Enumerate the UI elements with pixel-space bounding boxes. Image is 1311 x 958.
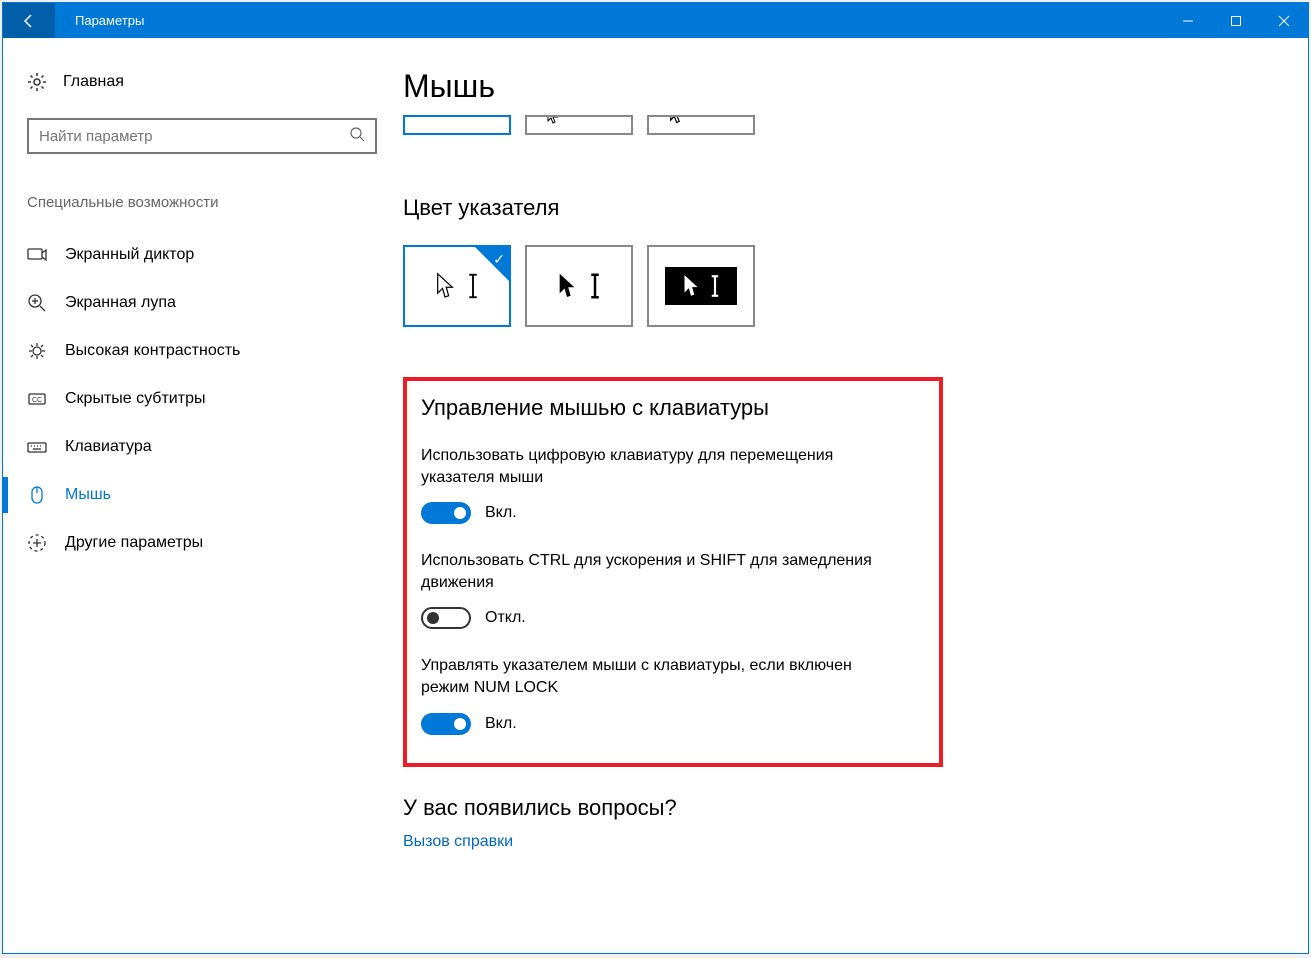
toggle-state-label: Вкл. — [485, 504, 517, 522]
search-box[interactable] — [27, 118, 377, 154]
contrast-icon — [27, 341, 47, 361]
setting-text-numpad: Использовать цифровую клавиатуру для пер… — [421, 445, 901, 488]
toggle-numpad[interactable] — [421, 502, 471, 524]
pointer-size-small[interactable] — [403, 115, 511, 135]
mouse-icon — [27, 485, 47, 505]
toggle-row-ctrlshift: Откл. — [421, 607, 921, 629]
search-input[interactable] — [39, 128, 349, 145]
sidebar-item-label: Клавиатура — [65, 438, 152, 456]
sidebar-item-high-contrast[interactable]: Высокая контрастность — [27, 327, 403, 375]
other-icon — [27, 533, 47, 553]
pointer-size-options: ⋯ ⋯ — [403, 115, 1268, 135]
close-button[interactable] — [1260, 3, 1308, 38]
captions-icon: CC — [27, 389, 47, 409]
settings-window: Параметры Главная Специальные возможност… — [2, 2, 1309, 954]
sidebar-item-keyboard[interactable]: Клавиатура — [27, 423, 403, 471]
sidebar-item-other[interactable]: Другие параметры — [27, 519, 403, 567]
sidebar-item-magnifier[interactable]: Экранная лупа — [27, 279, 403, 327]
sidebar-item-label: Высокая контрастность — [65, 342, 240, 360]
back-button[interactable] — [3, 3, 55, 38]
pointer-color-white[interactable]: ✓ — [403, 245, 511, 327]
page-title: Мышь — [403, 68, 1268, 105]
toggle-state-label: Откл. — [485, 609, 526, 627]
svg-text:CC: CC — [32, 397, 42, 404]
toggle-ctrlshift[interactable] — [421, 607, 471, 629]
sidebar-item-label: Другие параметры — [65, 534, 203, 552]
pointer-size-large[interactable]: ⋯ — [647, 115, 755, 135]
gear-icon — [27, 72, 47, 92]
category-label: Специальные возможности — [27, 194, 403, 211]
setting-text-numlock: Управлять указателем мыши с клавиатуры, … — [421, 655, 901, 698]
minimize-button[interactable] — [1164, 3, 1212, 38]
keyboard-control-section: Управление мышью с клавиатуры Использова… — [403, 377, 943, 767]
toggle-state-label: Вкл. — [485, 715, 517, 733]
sidebar-item-narrator[interactable]: Экранный диктор — [27, 231, 403, 279]
maximize-button[interactable] — [1212, 3, 1260, 38]
sidebar-item-label: Экранная лупа — [65, 294, 176, 312]
toggle-row-numpad: Вкл. — [421, 502, 921, 524]
help-link[interactable]: Вызов справки — [403, 833, 1268, 851]
window-controls — [1164, 3, 1308, 38]
pointer-color-options: ✓ — [403, 245, 1268, 327]
toggle-row-numlock: Вкл. — [421, 713, 921, 735]
titlebar: Параметры — [3, 3, 1308, 38]
pointer-color-heading: Цвет указателя — [403, 195, 1268, 221]
magnifier-icon — [27, 293, 47, 313]
main-panel: Мышь ⋯ ⋯ Цвет указателя ✓ — [403, 38, 1308, 953]
keyboard-icon — [27, 437, 47, 457]
sidebar-item-mouse[interactable]: Мышь — [27, 471, 403, 519]
home-label: Главная — [63, 73, 124, 91]
home-link[interactable]: Главная — [27, 62, 403, 102]
setting-text-ctrlshift: Использовать CTRL для ускорения и SHIFT … — [421, 550, 901, 593]
sidebar: Главная Специальные возможности Экранный… — [3, 38, 403, 953]
pointer-color-black[interactable] — [525, 245, 633, 327]
sidebar-item-label: Скрытые субтитры — [65, 390, 205, 408]
content-area: Главная Специальные возможности Экранный… — [3, 38, 1308, 953]
search-icon — [349, 126, 365, 147]
sidebar-item-label: Экранный диктор — [65, 246, 194, 264]
sidebar-item-label: Мышь — [65, 486, 111, 504]
pointer-color-inverted[interactable] — [647, 245, 755, 327]
narrator-icon — [27, 245, 47, 265]
keyboard-control-heading: Управление мышью с клавиатуры — [421, 395, 921, 421]
questions-heading: У вас появились вопросы? — [403, 795, 1268, 821]
sidebar-item-captions[interactable]: CC Скрытые субтитры — [27, 375, 403, 423]
pointer-size-medium[interactable]: ⋯ — [525, 115, 633, 135]
toggle-numlock[interactable] — [421, 713, 471, 735]
window-title: Параметры — [55, 13, 1164, 28]
